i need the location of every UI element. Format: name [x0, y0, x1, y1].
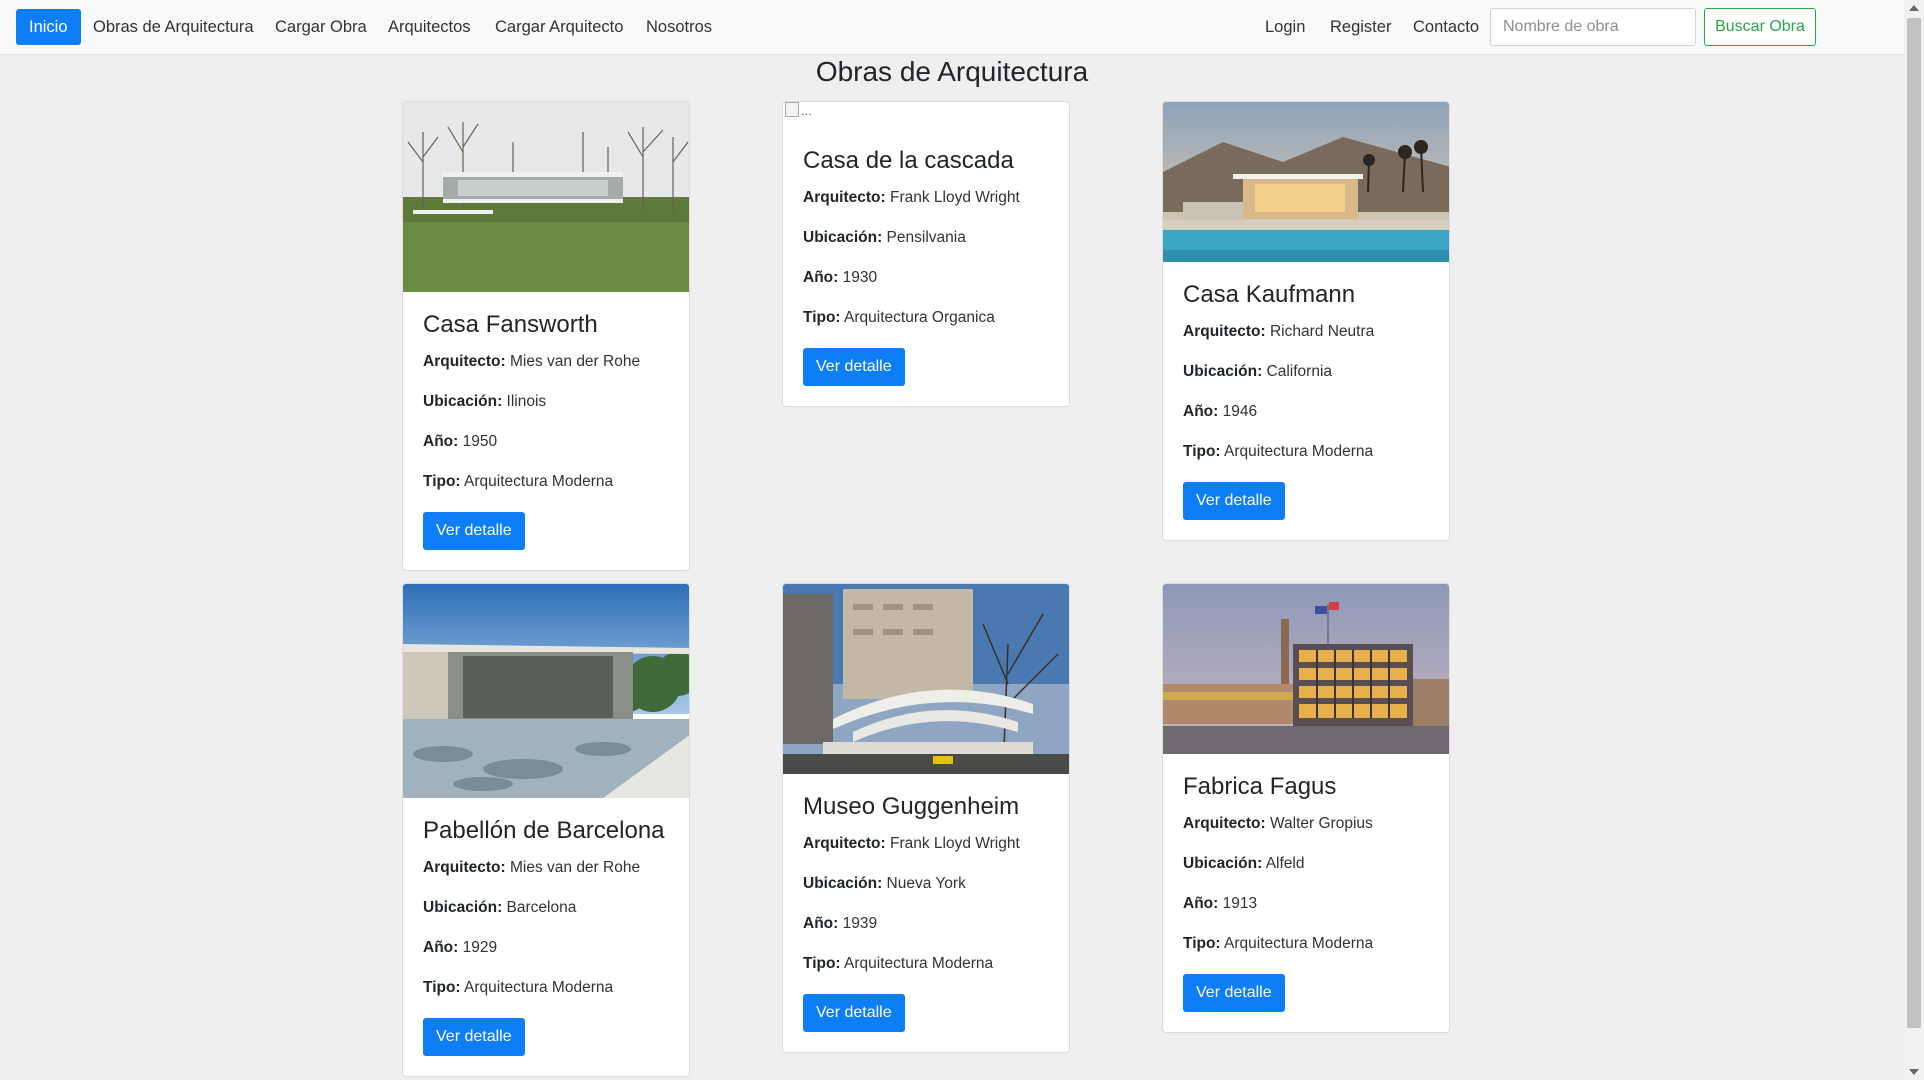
card-image [1163, 102, 1449, 262]
card-ubicacion: Ubicación: Alfeld [1183, 855, 1305, 872]
nav-link-obras[interactable]: Obras de Arquitectura [93, 9, 254, 45]
ver-detalle-button[interactable]: Ver detalle [803, 348, 905, 386]
card-image [403, 102, 689, 292]
card-tipo: Tipo: Arquitectura Moderna [423, 473, 614, 490]
nav-link-contacto[interactable]: Contacto [1413, 9, 1479, 45]
card-tipo: Tipo: Arquitectura Moderna [423, 979, 614, 996]
broken-image-icon: ... [783, 102, 1069, 124]
card-casa-fansworth: Casa Fansworth Arquitecto: Mies van der … [402, 101, 690, 571]
card-arquitecto: Arquitecto: Walter Gropius [1183, 815, 1373, 832]
search-input[interactable] [1490, 8, 1696, 46]
card-ubicacion: Ubicación: California [1183, 363, 1333, 380]
card-anio: Año: 1939 [803, 915, 878, 932]
card-tipo: Tipo: Arquitectura Moderna [1183, 935, 1374, 952]
card-arquitecto: Arquitecto: Frank Lloyd Wright [803, 189, 1020, 206]
card-arquitecto: Arquitecto: Mies van der Rohe [423, 859, 641, 876]
card-image [403, 584, 689, 798]
card-casa-de-la-cascada: ... Casa de la cascada Arquitecto: Frank… [782, 101, 1070, 407]
card-title: Casa de la cascada [803, 147, 1014, 174]
card-tipo: Tipo: Arquitectura Moderna [1183, 443, 1374, 460]
card-museo-guggenheim: Museo Guggenheim Arquitecto: Frank Lloyd… [782, 583, 1070, 1053]
nav-link-cargar-arquitecto[interactable]: Cargar Arquitecto [495, 9, 623, 45]
search-button[interactable]: Buscar Obra [1704, 8, 1816, 46]
ver-detalle-button[interactable]: Ver detalle [423, 512, 525, 550]
ver-detalle-button[interactable]: Ver detalle [1183, 482, 1285, 520]
card-anio: Año: 1913 [1183, 895, 1258, 912]
card-pabellon-de-barcelona: Pabellón de Barcelona Arquitecto: Mies v… [402, 583, 690, 1077]
card-casa-kaufmann: Casa Kaufmann Arquitecto: Richard Neutra… [1162, 101, 1450, 541]
card-title: Museo Guggenheim [803, 793, 1020, 820]
card-title: Pabellón de Barcelona [423, 817, 665, 844]
ver-detalle-button[interactable]: Ver detalle [803, 994, 905, 1032]
card-title: Casa Fansworth [423, 311, 598, 338]
card-anio: Año: 1950 [423, 433, 498, 450]
card-title: Casa Kaufmann [1183, 281, 1356, 308]
ver-detalle-button[interactable]: Ver detalle [423, 1018, 525, 1056]
card-ubicacion: Ubicación: Ilinois [423, 393, 547, 410]
card-anio: Año: 1929 [423, 939, 498, 956]
nav-link-nosotros[interactable]: Nosotros [646, 9, 712, 45]
ver-detalle-button[interactable]: Ver detalle [1183, 974, 1285, 1012]
scroll-down-icon[interactable] [1909, 1069, 1919, 1075]
card-ubicacion: Ubicación: Pensilvania [803, 229, 966, 246]
card-arquitecto: Arquitecto: Richard Neutra [1183, 323, 1375, 340]
card-fabrica-fagus: Fabrica Fagus Arquitecto: Walter Gropius… [1162, 583, 1450, 1033]
card-ubicacion: Ubicación: Nueva York [803, 875, 966, 892]
page-title: Obras de Arquitectura [815, 56, 1089, 87]
card-tipo: Tipo: Arquitectura Organica [803, 309, 995, 326]
card-anio: Año: 1946 [1183, 403, 1258, 420]
nav-link-cargar-obra[interactable]: Cargar Obra [275, 9, 367, 45]
scrollbar-thumb[interactable] [1907, 18, 1921, 1028]
card-ubicacion: Ubicación: Barcelona [423, 899, 577, 916]
navbar: Inicio Obras de Arquitectura Cargar Obra… [0, 0, 1904, 55]
nav-link-login[interactable]: Login [1265, 9, 1305, 45]
card-title: Fabrica Fagus [1183, 773, 1337, 800]
card-anio: Año: 1930 [803, 269, 878, 286]
card-image [783, 584, 1069, 774]
card-arquitecto: Arquitecto: Mies van der Rohe [423, 353, 641, 370]
card-tipo: Tipo: Arquitectura Moderna [803, 955, 994, 972]
card-image [1163, 584, 1449, 754]
nav-link-register[interactable]: Register [1330, 9, 1391, 45]
vertical-scrollbar[interactable] [1904, 0, 1924, 1080]
card-arquitecto: Arquitecto: Frank Lloyd Wright [803, 835, 1020, 852]
nav-link-inicio[interactable]: Inicio [16, 9, 81, 45]
nav-link-arquitectos[interactable]: Arquitectos [388, 9, 471, 45]
scroll-up-icon[interactable] [1909, 5, 1919, 11]
